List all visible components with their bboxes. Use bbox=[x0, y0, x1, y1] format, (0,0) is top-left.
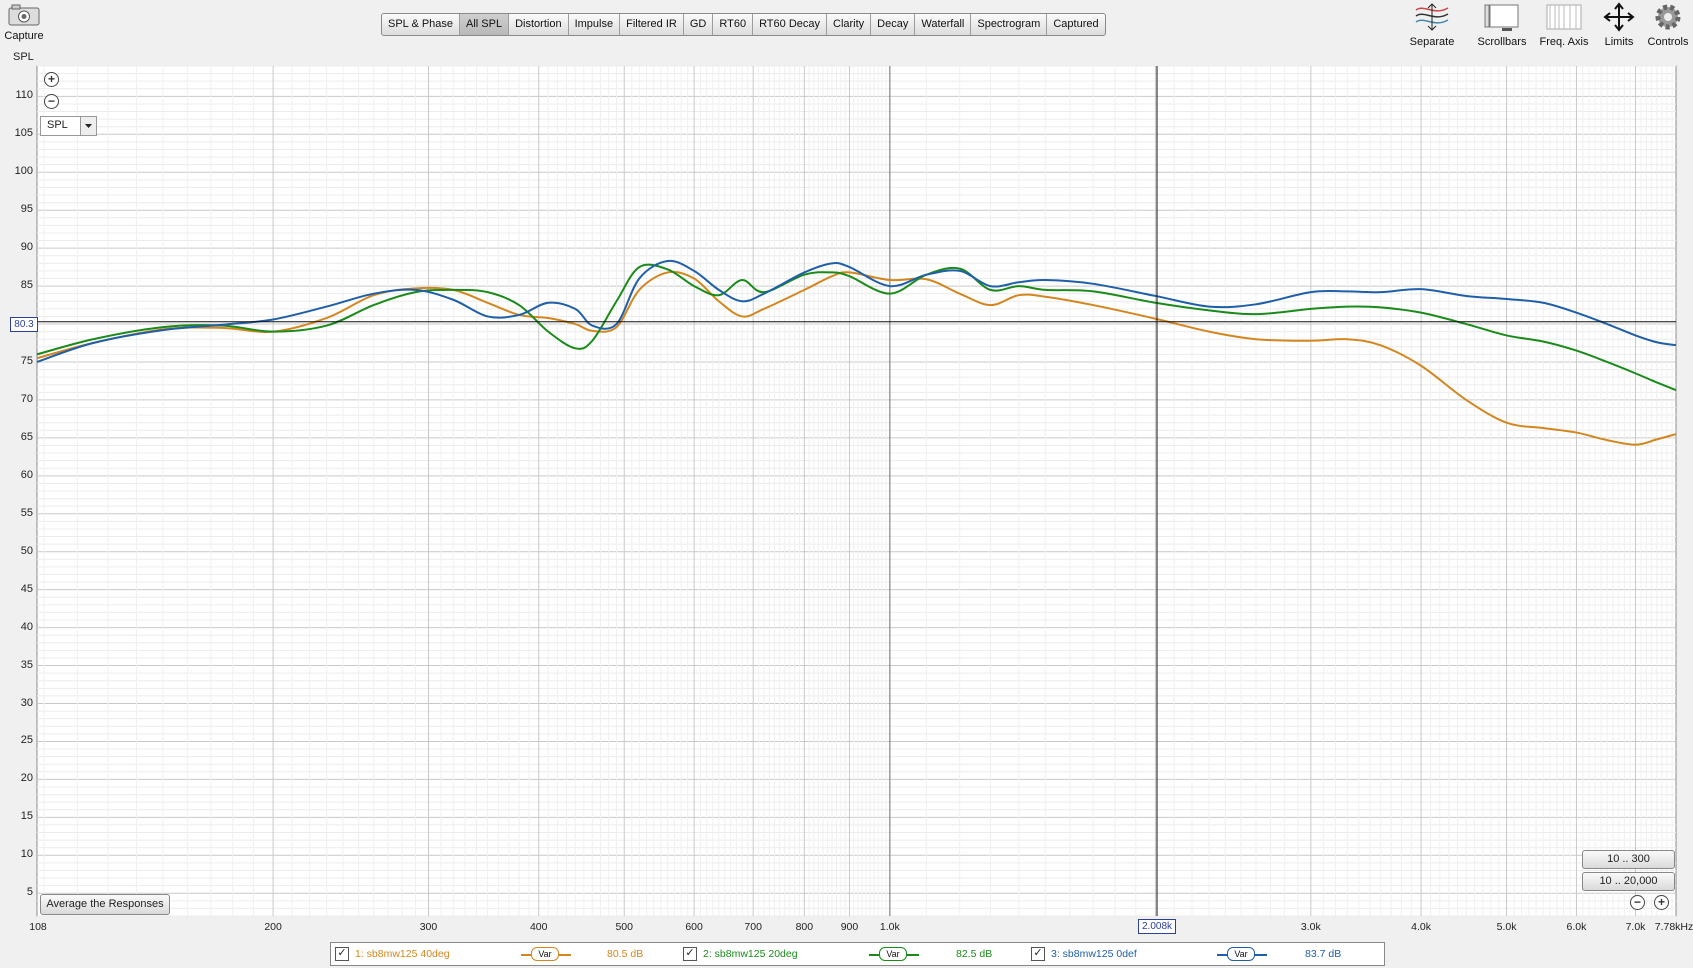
legend-name-2: 2: sb8mw125 20deg bbox=[703, 948, 798, 960]
cursor-x-readout: 2.008k bbox=[1138, 919, 1176, 934]
y-tick-label: 110 bbox=[15, 89, 33, 102]
y-tick-label: 65 bbox=[20, 430, 33, 443]
y-tick-label: 95 bbox=[20, 203, 33, 216]
graph-mode-value: SPL bbox=[47, 119, 68, 131]
var-button-2[interactable]: Var bbox=[879, 947, 907, 961]
y-tick-label: 45 bbox=[20, 582, 33, 595]
measurement-legend: ✓ 1: sb8mw125 40deg Var 80.5 dB ✓ 2: sb8… bbox=[330, 942, 1385, 966]
x-tick-label: 900 bbox=[840, 921, 859, 933]
y-tick-label: 105 bbox=[14, 127, 33, 140]
chevron-down-icon[interactable] bbox=[80, 117, 96, 135]
y-tick-label: 30 bbox=[20, 696, 33, 709]
legend-level-3: 83.7 dB bbox=[1305, 948, 1342, 960]
y-tick-label: 85 bbox=[20, 279, 33, 292]
x-tick-label: 7.78kHz bbox=[1654, 921, 1693, 933]
x-tick-label: 7.0k bbox=[1625, 921, 1646, 933]
legend-entry-3: ✓ 3: sb8mw125 0def Var 83.7 dB bbox=[1031, 943, 1381, 965]
legend-name-1: 1: sb8mw125 40deg bbox=[355, 948, 450, 960]
x-tick-label: 108 bbox=[29, 921, 47, 933]
y-tick-label: 75 bbox=[20, 354, 33, 367]
x-tick-label: 4.0k bbox=[1411, 921, 1431, 933]
var-button-1[interactable]: Var bbox=[531, 947, 559, 961]
x-tick-label: 600 bbox=[685, 921, 703, 933]
zoom-out-vertical-icon[interactable]: − bbox=[44, 94, 59, 109]
y-tick-label: 70 bbox=[20, 392, 33, 405]
zoom-out-horizontal-icon[interactable]: − bbox=[1630, 895, 1645, 910]
legend-checkbox-1[interactable]: ✓ bbox=[335, 947, 349, 961]
legend-level-1: 80.5 dB bbox=[607, 948, 644, 960]
legend-checkbox-2[interactable]: ✓ bbox=[683, 947, 697, 961]
x-tick-label: 200 bbox=[264, 921, 282, 933]
zoom-in-vertical-icon[interactable]: + bbox=[44, 72, 59, 87]
x-tick-label: 300 bbox=[419, 921, 438, 933]
y-tick-label: 20 bbox=[20, 772, 33, 785]
y-tick-label: 40 bbox=[20, 620, 33, 633]
legend-name-3: 3: sb8mw125 0def bbox=[1051, 948, 1137, 960]
y-tick-label: 90 bbox=[20, 241, 33, 254]
y-tick-label: 50 bbox=[20, 544, 33, 557]
graph-mode-select[interactable]: SPL bbox=[40, 116, 97, 136]
x-tick-label: 3.0k bbox=[1300, 921, 1321, 933]
y-tick-label: 100 bbox=[14, 165, 33, 178]
zoom-in-horizontal-icon[interactable]: + bbox=[1654, 895, 1669, 910]
range-10-20000-button[interactable]: 10 .. 20,000 bbox=[1582, 872, 1675, 891]
y-tick-label: 35 bbox=[20, 658, 33, 671]
range-10-300-button[interactable]: 10 .. 300 bbox=[1582, 850, 1675, 869]
average-responses-button[interactable]: Average the Responses bbox=[40, 894, 170, 915]
x-tick-label: 700 bbox=[744, 921, 762, 933]
var-button-3[interactable]: Var bbox=[1227, 947, 1255, 961]
x-tick-label: 800 bbox=[795, 921, 814, 933]
x-tick-label: 6.0k bbox=[1566, 921, 1587, 933]
x-tick-label: 5.0k bbox=[1496, 921, 1517, 933]
spl-graph[interactable] bbox=[0, 0, 1693, 968]
legend-entry-2: ✓ 2: sb8mw125 20deg Var 82.5 dB bbox=[681, 943, 1031, 965]
legend-entry-1: ✓ 1: sb8mw125 40deg Var 80.5 dB bbox=[331, 943, 681, 965]
y-tick-label: 55 bbox=[20, 506, 33, 519]
x-tick-label: 400 bbox=[529, 921, 548, 933]
y-tick-label: 60 bbox=[20, 468, 33, 481]
y-tick-label: 10 bbox=[20, 848, 33, 861]
legend-checkbox-3[interactable]: ✓ bbox=[1031, 947, 1045, 961]
y-tick-label: 15 bbox=[20, 810, 33, 823]
y-tick-label: 5 bbox=[26, 886, 33, 899]
y-tick-label: 25 bbox=[20, 734, 33, 747]
x-tick-label: 1.0k bbox=[879, 921, 900, 933]
x-tick-label: 500 bbox=[615, 921, 633, 933]
cursor-y-readout: 80.3 bbox=[10, 317, 38, 332]
legend-level-2: 82.5 dB bbox=[956, 948, 993, 960]
